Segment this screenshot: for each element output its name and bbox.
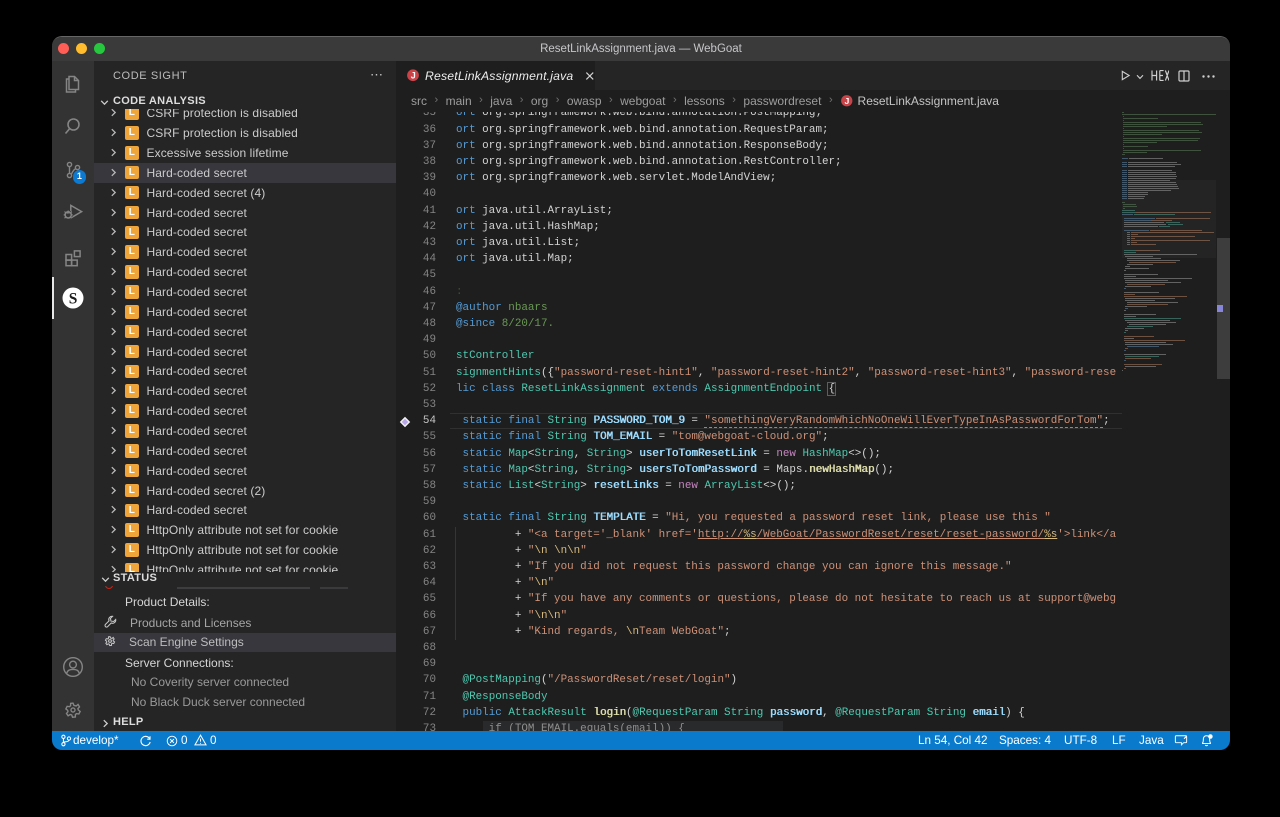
svg-text:S: S [69,290,78,307]
svg-text:J: J [845,96,850,106]
svg-text:J: J [411,71,416,81]
